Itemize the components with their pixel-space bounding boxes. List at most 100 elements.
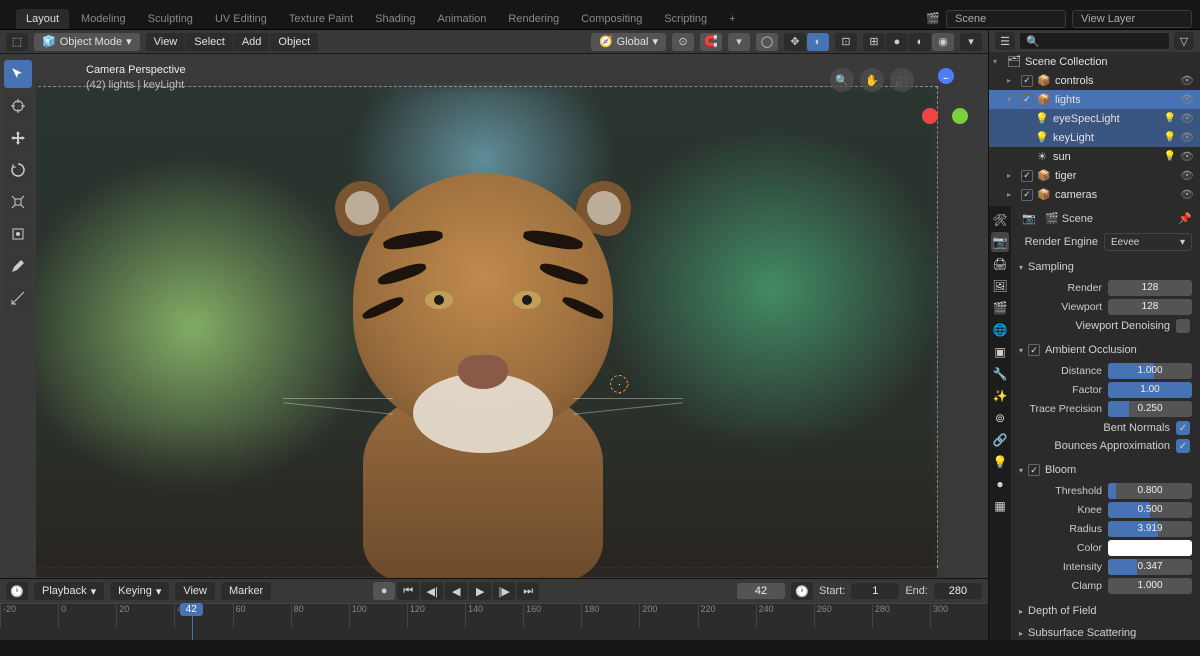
tab-scene[interactable]: 🎬: [991, 298, 1009, 318]
timeline-playback-menu[interactable]: Playback ▾: [34, 582, 104, 600]
workspace-animation[interactable]: Animation: [428, 9, 497, 29]
play[interactable]: ▶: [469, 582, 491, 600]
snap-toggle[interactable]: 🧲: [700, 33, 722, 51]
tab-object[interactable]: ▣: [991, 342, 1009, 362]
outliner-item-keyLight[interactable]: 💡keyLight💡👁: [989, 128, 1200, 147]
ao-distance-field[interactable]: 1.000: [1108, 363, 1192, 379]
workspace-scripting[interactable]: Scripting: [654, 9, 717, 29]
tool-annotate[interactable]: [4, 252, 32, 280]
panel-bloom-header[interactable]: ▾Bloom: [1015, 461, 1196, 479]
tab-modifiers[interactable]: 🔧: [991, 364, 1009, 384]
editor-type-dropdown[interactable]: ⬚: [6, 33, 28, 51]
outliner-scene-collection[interactable]: ▾🗂 Scene Collection: [989, 52, 1200, 71]
shading-solid[interactable]: ●: [886, 33, 908, 51]
keyframe-next[interactable]: |▶: [493, 582, 515, 600]
tool-measure[interactable]: [4, 284, 32, 312]
tab-particles[interactable]: ✨: [991, 386, 1009, 406]
ao-enable-check[interactable]: [1028, 344, 1040, 356]
timeline-editor-dropdown[interactable]: 🕐: [6, 582, 28, 600]
tool-scale[interactable]: [4, 188, 32, 216]
sampling-render-field[interactable]: 128: [1108, 280, 1192, 296]
bloom-intensity-field[interactable]: 0.347: [1108, 559, 1192, 575]
workspace-layout[interactable]: Layout: [16, 9, 69, 29]
shading-dropdown[interactable]: ▾: [960, 33, 982, 51]
panel-sampling-header[interactable]: ▾Sampling: [1015, 258, 1196, 276]
outliner-item-lights[interactable]: ▾📦lights👁: [989, 90, 1200, 109]
workspace-texture-paint[interactable]: Texture Paint: [279, 9, 363, 29]
outliner-filter[interactable]: ▽: [1174, 32, 1194, 50]
tab-material[interactable]: ●: [991, 474, 1009, 494]
workspace-modeling[interactable]: Modeling: [71, 9, 136, 29]
current-frame-field[interactable]: 42: [737, 583, 785, 599]
menu-select[interactable]: Select: [186, 33, 233, 51]
snap-dropdown[interactable]: ▾: [728, 33, 750, 51]
tool-rotate[interactable]: [4, 156, 32, 184]
panel-sss-header[interactable]: ▸Subsurface Scattering: [1015, 624, 1196, 640]
timeline-scrubber[interactable]: -200204260801001201401601802002202402602…: [0, 603, 988, 640]
tab-tool[interactable]: 🛠: [991, 210, 1009, 230]
outliner-item-sun[interactable]: ☀sun💡👁: [989, 147, 1200, 166]
timeline-marker-menu[interactable]: Marker: [221, 582, 271, 600]
orientation-dropdown[interactable]: 🧭 Global ▾: [591, 33, 666, 51]
menu-view[interactable]: View: [146, 33, 186, 51]
bloom-knee-field[interactable]: 0.500: [1108, 502, 1192, 518]
ao-factor-field[interactable]: 1.00: [1108, 382, 1192, 398]
viewport-3d[interactable]: Camera Perspective (42) lights | keyLigh…: [0, 54, 988, 578]
bloom-enable-check[interactable]: [1028, 464, 1040, 476]
menu-object[interactable]: Object: [270, 33, 318, 51]
end-frame-field[interactable]: 280: [934, 583, 982, 599]
tool-transform[interactable]: [4, 220, 32, 248]
workspace-compositing[interactable]: Compositing: [571, 9, 652, 29]
outliner-item-controls[interactable]: ▸📦controls👁: [989, 71, 1200, 90]
autokey-toggle[interactable]: ●: [373, 582, 395, 600]
axis-gizmo[interactable]: Z: [920, 68, 974, 158]
outliner-item-tiger[interactable]: ▸📦tiger👁: [989, 166, 1200, 185]
start-frame-field[interactable]: 1: [851, 583, 899, 599]
jump-end[interactable]: ⏭: [517, 582, 539, 600]
shading-material[interactable]: ◐: [909, 33, 931, 51]
gizmo-toggle[interactable]: ✥: [784, 33, 806, 51]
timeline-view-menu[interactable]: View: [175, 582, 215, 600]
play-reverse[interactable]: ◀: [445, 582, 467, 600]
tab-render[interactable]: 📷: [991, 232, 1009, 252]
zoom-button[interactable]: 🔍: [830, 68, 854, 92]
view-layer-field[interactable]: View Layer: [1072, 10, 1192, 28]
sampling-denoise-check[interactable]: [1176, 319, 1190, 333]
bloom-clamp-field[interactable]: 1.000: [1108, 578, 1192, 594]
workspace-rendering[interactable]: Rendering: [498, 9, 569, 29]
tab-viewlayer[interactable]: 🖼: [991, 276, 1009, 296]
bloom-radius-field[interactable]: 3.919: [1108, 521, 1192, 537]
jump-start[interactable]: ⏮: [397, 582, 419, 600]
sampling-viewport-field[interactable]: 128: [1108, 299, 1192, 315]
bloom-threshold-field[interactable]: 0.800: [1108, 483, 1192, 499]
outliner-item-eyeSpecLight[interactable]: 💡eyeSpecLight💡👁: [989, 109, 1200, 128]
shading-rendered[interactable]: ◉: [932, 33, 954, 51]
proportional-toggle[interactable]: ◯: [756, 33, 778, 51]
tab-physics[interactable]: ⊚: [991, 408, 1009, 428]
pin-icon[interactable]: 📌: [1178, 212, 1192, 225]
pivot-dropdown[interactable]: ⊙: [672, 33, 694, 51]
tab-output[interactable]: 🖨: [991, 254, 1009, 274]
tab-constraints[interactable]: 🔗: [991, 430, 1009, 450]
workspace-sculpting[interactable]: Sculpting: [138, 9, 203, 29]
shading-wireframe[interactable]: ⊞: [863, 33, 885, 51]
preview-range-toggle[interactable]: 🕐: [791, 582, 813, 600]
tab-world[interactable]: 🌐: [991, 320, 1009, 340]
mode-dropdown[interactable]: 🧊 Object Mode ▾: [34, 33, 140, 51]
xray-toggle[interactable]: ⊡: [835, 33, 857, 51]
bloom-color-field[interactable]: [1108, 540, 1192, 556]
render-engine-dropdown[interactable]: Eevee▾: [1104, 233, 1192, 251]
panel-ao-header[interactable]: ▾Ambient Occlusion: [1015, 341, 1196, 359]
tool-move[interactable]: [4, 124, 32, 152]
ao-bounce-check[interactable]: [1176, 439, 1190, 453]
tab-texture[interactable]: ▦: [991, 496, 1009, 516]
tool-select-box[interactable]: [4, 60, 32, 88]
timeline-keying-menu[interactable]: Keying ▾: [110, 582, 169, 600]
camera-toggle[interactable]: 🎥: [890, 68, 914, 92]
scene-name-field[interactable]: Scene: [946, 10, 1066, 28]
ao-bent-check[interactable]: [1176, 421, 1190, 435]
outliner-item-cameras[interactable]: ▸📦cameras👁: [989, 185, 1200, 204]
ao-trace-field[interactable]: 0.250: [1108, 401, 1192, 417]
workspace-shading[interactable]: Shading: [365, 9, 425, 29]
panel-dof-header[interactable]: ▸Depth of Field: [1015, 602, 1196, 620]
